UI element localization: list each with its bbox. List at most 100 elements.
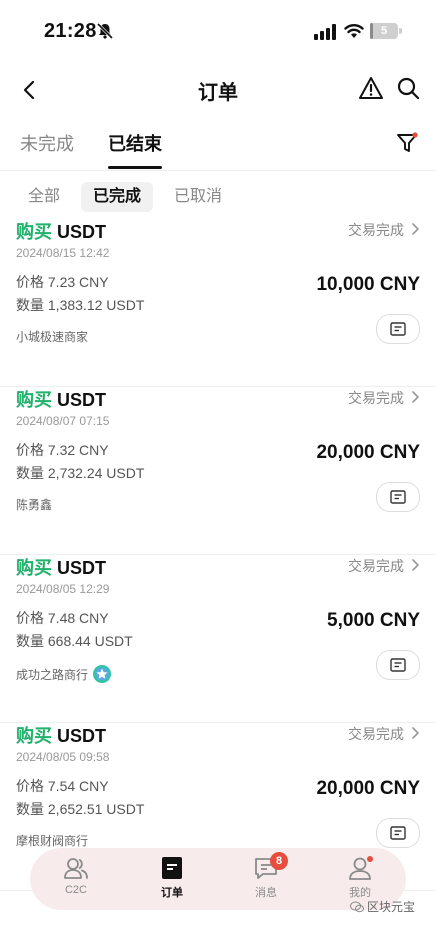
quantity-label: 数量: [16, 801, 44, 817]
order-asset: USDT: [57, 390, 107, 410]
order-date: 2024/08/07 07:15: [16, 414, 110, 428]
subtab-cancelled[interactable]: 已取消: [162, 182, 234, 212]
order-tabs: 未完成 已结束: [0, 122, 436, 171]
nav-label: 消息: [255, 887, 277, 899]
order-asset: USDT: [57, 558, 107, 578]
order-type: 购买 USDT: [16, 218, 106, 244]
merchant[interactable]: 成功之路商行: [16, 664, 112, 684]
nav-c2c[interactable]: C2C: [46, 856, 106, 896]
merchant-name[interactable]: 小城极速商家: [16, 328, 88, 345]
quantity-value: 1,383.12 USDT: [47, 297, 145, 313]
merchant-name[interactable]: 成功之路商行: [16, 666, 88, 683]
order-card[interactable]: 购买 USDT 交易完成 2024/08/05 12:29 价格 7.48 CN…: [0, 554, 436, 723]
chevron-right-icon[interactable]: [410, 558, 420, 572]
message-badge: 8: [270, 852, 288, 870]
order-price: 价格 7.23 CNY: [16, 272, 109, 292]
order-type: 购买 USDT: [16, 722, 106, 748]
order-price: 价格 7.48 CNY: [16, 608, 109, 628]
chevron-right-icon[interactable]: [410, 222, 420, 236]
merchant[interactable]: 陈勇鑫: [16, 496, 52, 513]
chat-button[interactable]: [376, 482, 420, 512]
quantity-label: 数量: [16, 633, 44, 649]
chat-icon: [390, 826, 406, 840]
order-side: 购买: [16, 390, 52, 410]
price-label: 价格: [16, 274, 44, 290]
merchant[interactable]: 摩根财阀商行: [16, 832, 88, 849]
quantity-value: 2,732.24 USDT: [47, 465, 145, 481]
merchant-name[interactable]: 摩根财阀商行: [16, 832, 88, 849]
quantity-value: 668.44 USDT: [47, 633, 133, 649]
order-card[interactable]: 购买 USDT 交易完成 2024/08/15 12:42 价格 7.23 CN…: [0, 218, 436, 387]
order-type: 购买 USDT: [16, 386, 106, 412]
subtab-completed[interactable]: 已完成: [81, 182, 154, 212]
order-quantity: 数量 668.44 USDT: [16, 631, 133, 651]
price-label: 价格: [16, 610, 44, 626]
price-value: 7.54 CNY: [47, 778, 109, 794]
order-side: 购买: [16, 558, 52, 578]
chat-button[interactable]: [376, 818, 420, 848]
merchant[interactable]: 小城极速商家: [16, 328, 88, 345]
nav-label: 订单: [161, 887, 183, 899]
chat-icon: [390, 658, 406, 672]
bell-muted-icon: [96, 22, 114, 40]
status-filter: 全部 已完成 已取消: [0, 182, 436, 214]
chat-button[interactable]: [376, 314, 420, 344]
order-amount: 20,000 CNY: [316, 442, 420, 463]
order-amount: 5,000 CNY: [327, 610, 420, 631]
order-icon: [162, 857, 182, 879]
order-date: 2024/08/05 12:29: [16, 582, 110, 596]
order-status[interactable]: 交易完成: [348, 556, 404, 576]
chevron-right-icon[interactable]: [410, 390, 420, 404]
merchant-name[interactable]: 陈勇鑫: [16, 496, 52, 513]
wifi-icon: [344, 24, 364, 38]
people-icon: [64, 858, 88, 879]
warning-icon[interactable]: [358, 76, 384, 100]
nav-bar: 订单: [0, 66, 436, 112]
price-label: 价格: [16, 442, 44, 458]
status-bar: 21:28 5: [0, 0, 436, 62]
battery-level: 5: [380, 25, 388, 37]
order-status[interactable]: 交易完成: [348, 388, 404, 408]
order-date: 2024/08/05 09:58: [16, 750, 110, 764]
order-amount: 10,000 CNY: [316, 274, 420, 295]
watermark: 区块元宝: [350, 898, 415, 915]
nav-me[interactable]: 我的: [330, 856, 390, 900]
order-asset: USDT: [57, 222, 107, 242]
order-type: 购买 USDT: [16, 554, 106, 580]
nav-label: C2C: [64, 884, 87, 896]
wechat-icon: [350, 901, 364, 912]
battery-indicator: 5: [370, 23, 402, 39]
chat-button[interactable]: [376, 650, 420, 680]
chat-icon: [390, 322, 406, 336]
price-value: 7.23 CNY: [47, 274, 109, 290]
order-date: 2024/08/15 12:42: [16, 246, 110, 260]
nav-messages[interactable]: 8 消息: [236, 852, 296, 900]
order-quantity: 数量 2,652.51 USDT: [16, 799, 144, 819]
price-label: 价格: [16, 778, 44, 794]
price-value: 7.48 CNY: [47, 610, 109, 626]
order-price: 价格 7.32 CNY: [16, 440, 109, 460]
quantity-value: 2,652.51 USDT: [47, 801, 145, 817]
order-amount: 20,000 CNY: [316, 778, 420, 799]
order-side: 购买: [16, 726, 52, 746]
search-icon[interactable]: [396, 76, 420, 100]
verified-merchant-icon: [93, 665, 112, 683]
order-price: 价格 7.54 CNY: [16, 776, 109, 796]
tab-finished[interactable]: 已结束: [108, 130, 162, 156]
tab-underline: [108, 166, 162, 169]
status-time: 21:28: [44, 20, 97, 42]
tab-pending[interactable]: 未完成: [20, 130, 74, 156]
order-status[interactable]: 交易完成: [348, 724, 404, 744]
filter-icon[interactable]: [396, 132, 418, 154]
subtab-all[interactable]: 全部: [16, 182, 72, 212]
order-card[interactable]: 购买 USDT 交易完成 2024/08/07 07:15 价格 7.32 CN…: [0, 386, 436, 555]
order-status[interactable]: 交易完成: [348, 220, 404, 240]
nav-orders[interactable]: 订单: [142, 856, 202, 900]
watermark-text: 区块元宝: [367, 900, 416, 914]
price-value: 7.32 CNY: [47, 442, 109, 458]
chevron-right-icon[interactable]: [410, 726, 420, 740]
order-side: 购买: [16, 222, 52, 242]
notification-dot: [367, 856, 373, 862]
chat-icon: [390, 490, 406, 504]
quantity-label: 数量: [16, 465, 44, 481]
